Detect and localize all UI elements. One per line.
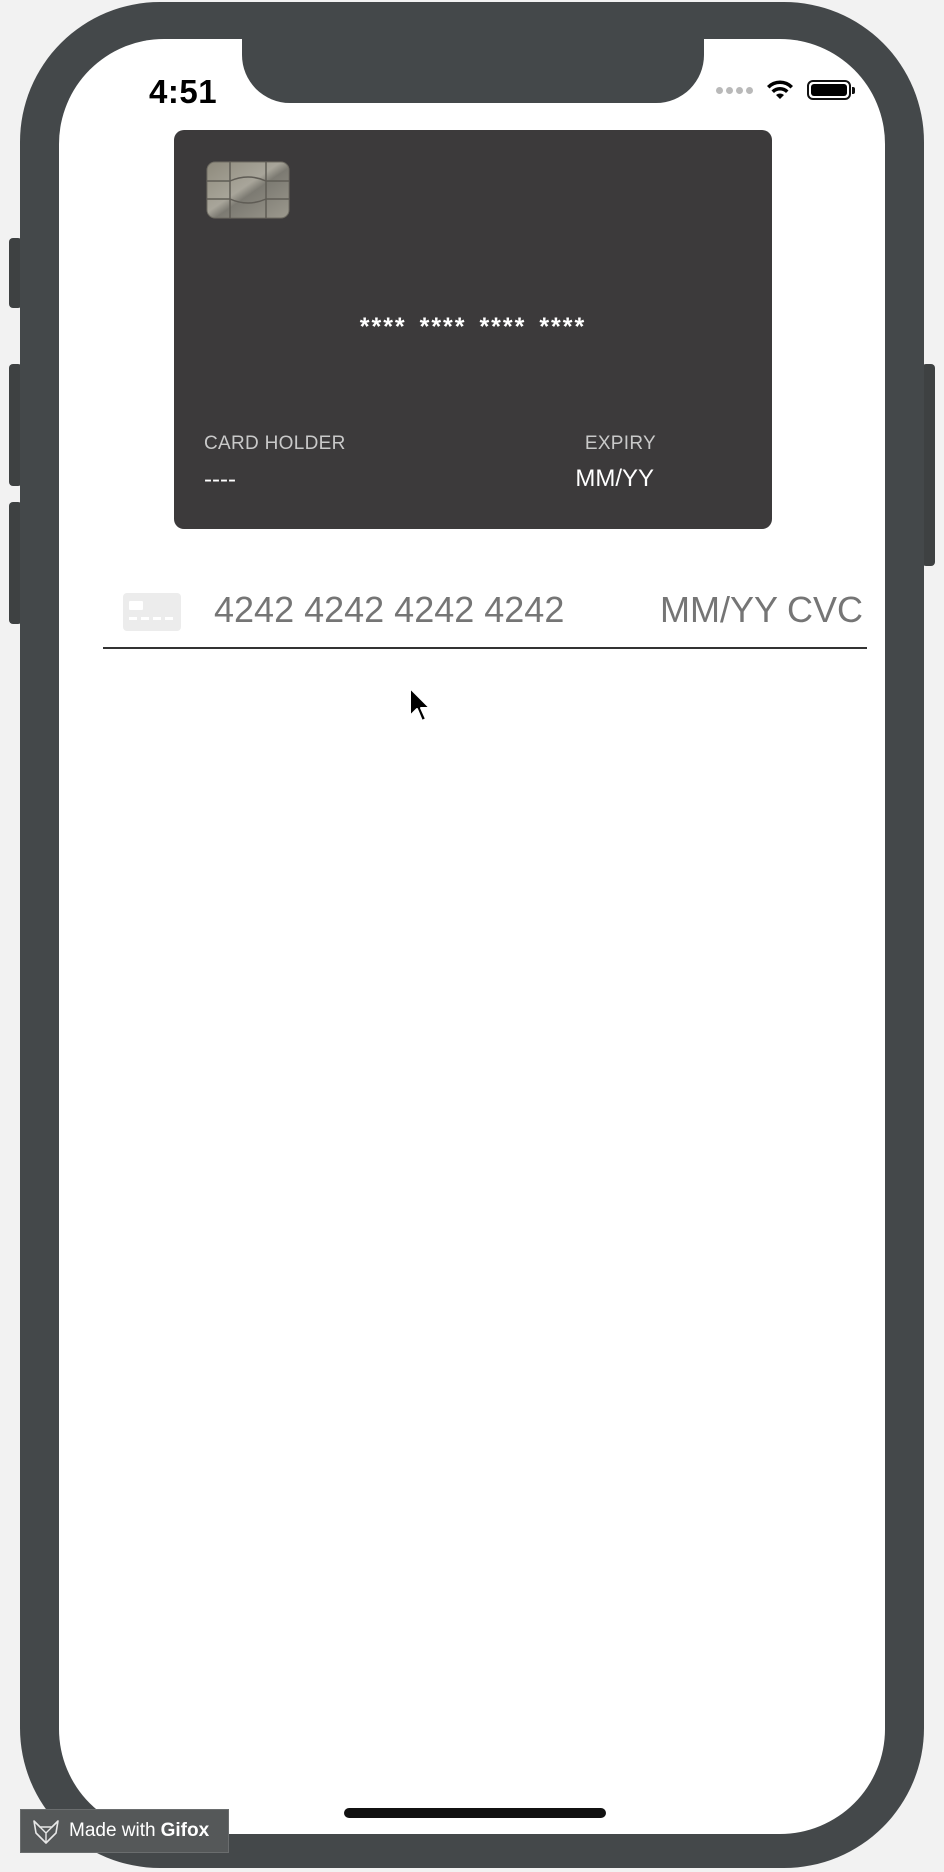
expiry-label: EXPIRY (584, 433, 656, 454)
cvc-input[interactable] (787, 589, 867, 631)
status-time: 4:51 (149, 73, 218, 110)
watermark-brand: Gifox (160, 1820, 210, 1841)
notch (242, 39, 704, 103)
device-frame: 4:51 **** **** **** **** CARD HOLDER ---… (20, 2, 924, 1868)
card-holder-label: CARD HOLDER (204, 433, 346, 454)
watermark-prefix: Made with (69, 1820, 156, 1841)
card-chip-icon (206, 161, 290, 219)
gifox-fox-icon (33, 1820, 59, 1844)
card-preview: **** **** **** **** CARD HOLDER ---- EXP… (174, 130, 772, 529)
gifox-watermark: Made with Gifox (20, 1809, 229, 1853)
device-screen: 4:51 **** **** **** **** CARD HOLDER ---… (59, 39, 885, 1834)
simulator-stage: 4:51 **** **** **** **** CARD HOLDER ---… (0, 0, 944, 1872)
home-indicator[interactable] (344, 1808, 606, 1818)
card-number-preview: **** **** **** **** (359, 313, 587, 341)
mouse-cursor-icon (409, 687, 431, 722)
wifi-icon (767, 80, 793, 99)
cellular-signal-icon (716, 86, 753, 94)
battery-icon (807, 80, 855, 100)
card-holder-value: ---- (204, 466, 236, 493)
card-input-row (103, 579, 867, 649)
status-icons (716, 79, 855, 101)
expiry-input[interactable] (660, 589, 780, 631)
expiry-value: MM/YY (575, 465, 654, 492)
card-number-input[interactable] (214, 589, 614, 631)
generic-card-icon (123, 593, 181, 631)
